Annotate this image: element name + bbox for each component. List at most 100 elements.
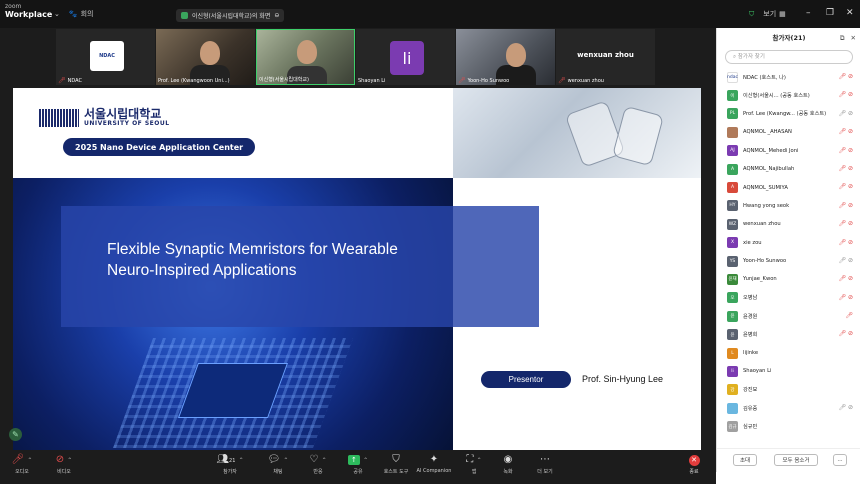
participant-row[interactable]: 오 오병남 🎤︎ ⊘ xyxy=(717,289,860,307)
chat-button[interactable]: 💬︎ ⌃ 채팅 xyxy=(258,453,298,475)
share-options-icon: ⊖ xyxy=(274,12,280,19)
participant-row[interactable]: YS Yoon-Ho Sunwoo 🎤︎ ⊘ xyxy=(717,252,860,270)
video-thumbnail-strip: NDAC 🎤︎ NDAC Prof. Lee (Kwangwoon Uni...)… xyxy=(56,28,735,86)
ai-companion-button[interactable]: ✦ AI Companion xyxy=(414,453,454,474)
thumbnail-shaoyan-li[interactable]: li Shaoyan Li xyxy=(356,29,455,85)
more-icon: ⋯ xyxy=(540,454,550,465)
reactions-label: 반응 xyxy=(313,469,323,475)
meeting-menu[interactable]: ⌄ 🐾 회의 xyxy=(54,9,93,19)
host-tools-button[interactable]: ⛉ 호스트 도구 xyxy=(376,453,416,475)
participant-name: 강진묘 xyxy=(743,387,758,394)
thumbnail-prof-lee[interactable]: Prof. Lee (Kwangwoon Uni...) xyxy=(156,29,255,85)
annotate-pen-icon[interactable]: ✎ xyxy=(9,428,22,441)
participants-label: 참가자 xyxy=(223,469,237,475)
title-line-1: Flexible Synaptic Memristors for Wearabl… xyxy=(107,241,398,258)
panel-more-button[interactable]: ... xyxy=(833,454,847,466)
participant-row[interactable]: HY Hwang yong seok 🎤︎ ⊘ xyxy=(717,197,860,215)
audio-label: 오디오 xyxy=(15,469,29,475)
thumbnail-active-speaker[interactable]: 이신형(서울시립대학교) xyxy=(256,29,355,85)
shield-icon: ⛉ xyxy=(392,454,400,465)
host-tools-label: 호스트 도구 xyxy=(383,469,409,475)
title-line-2: Neuro-Inspired Applications xyxy=(107,262,297,279)
participant-row[interactable]: ndac NDAC (호스트, 나) 🎤︎ ⊘ xyxy=(717,68,860,86)
screen-share-indicator[interactable]: 이신형(서울시립대학교)의 화면 ⊖ xyxy=(176,9,285,22)
avatar: A xyxy=(727,163,738,175)
video-button[interactable]: ⊘ ⌃ 비디오 xyxy=(44,453,84,475)
participant-row[interactable]: A AQNMOL_SUMIYA 🎤︎ ⊘ xyxy=(717,178,860,196)
mic-video-status-icons: 🎤︎ ⊘ xyxy=(838,330,853,338)
participant-name: Yunjae_Kwon xyxy=(743,276,777,283)
participants-panel: 참가자(21) ⧉ ✕ ⌕ 참가자 찾기 ndac NDAC (호스트, 나) 🎤︎… xyxy=(716,28,860,472)
share-button[interactable]: ↑ ⌃ 공유 xyxy=(338,453,378,475)
participant-row[interactable]: 강 강진묘 xyxy=(717,381,860,399)
participant-row[interactable]: 김유중 🎤︎ ⊘ xyxy=(717,399,860,417)
participants-button[interactable]: 👥︎21 ⌃ 참가자 xyxy=(210,453,250,475)
end-button[interactable]: ✕ 종료 xyxy=(674,453,714,475)
participant-row[interactable]: PL Prof. Lee (Kwangw... (공동 호스트) 🎤︎ ⊘ xyxy=(717,105,860,123)
glove-shape xyxy=(564,100,626,168)
thumbnail-name: Prof. Lee (Kwangwoon Uni...) xyxy=(158,78,230,84)
participant-row[interactable]: Llijinke xyxy=(717,344,860,362)
audio-button[interactable]: 🎤︎ ⌃ 오디오 xyxy=(2,453,42,475)
view-menu[interactable]: ⛉ 보기 ▦ xyxy=(749,9,786,19)
search-placeholder: 참가자 찾기 xyxy=(737,54,765,60)
popout-icon[interactable]: ⧉ xyxy=(840,34,845,42)
thumbnail-wenxuan[interactable]: wenxuan zhou 🎤︎ wenxuan zhou xyxy=(556,29,655,85)
participant-name: NDAC (호스트, 나) xyxy=(743,74,786,81)
avatar: WZ xyxy=(727,218,738,230)
avatar xyxy=(727,402,738,414)
mic-video-status-icons: 🎤︎ xyxy=(845,312,853,320)
people-icon: 👥︎21 ⌃ xyxy=(216,454,244,465)
participant-row[interactable]: 김규 심규민 xyxy=(717,417,860,435)
avatar: 윤재 xyxy=(727,273,738,285)
mic-video-status-icons: 🎤︎ ⊘ xyxy=(838,91,853,99)
more-button[interactable]: ⋯ 더 보기 xyxy=(525,453,565,475)
avatar: L xyxy=(727,347,738,359)
participant-row[interactable]: AJ AQNMOL_Mehedi Joni 🎤︎ ⊘ xyxy=(717,142,860,160)
thumbnail-label: 🎤︎ NDAC xyxy=(58,77,82,84)
close-icon[interactable]: ✕ xyxy=(846,8,854,18)
participant-row[interactable]: 윤 윤병희 🎤︎ ⊘ xyxy=(717,325,860,343)
participant-row[interactable]: WZ wenxuan zhou 🎤︎ ⊘ xyxy=(717,215,860,233)
meeting-toolbar: 🎤︎ ⌃ 오디오 ⊘ ⌃ 비디오 👥︎21 ⌃ 참가자 💬︎ ⌃ 채팅 ♡ ⌃ … xyxy=(0,450,716,484)
shared-screen: 서울시립대학교 UNIVERSITY OF SEOUL 2025 Nano De… xyxy=(13,88,701,450)
invite-button[interactable]: 초대 xyxy=(733,454,757,466)
mic-off-icon: 🎤︎ xyxy=(458,77,466,84)
participant-name: 윤병희 xyxy=(743,332,758,339)
video-off-icon: ⊘ ⌃ xyxy=(55,454,73,465)
participant-search-input[interactable]: ⌕ 참가자 찾기 xyxy=(725,50,853,64)
mic-video-status-icons: 🎤︎ ⊘ xyxy=(838,201,853,209)
thumbnail-yoon-ho[interactable]: 🎤︎ Yoon-Ho Sunwoo xyxy=(456,29,555,85)
minimize-icon[interactable]: – xyxy=(806,8,811,18)
avatar: HY xyxy=(727,200,738,212)
avatar: A xyxy=(727,182,738,194)
chevron-down-icon: ⌄ xyxy=(54,10,60,18)
thumbnail-ndac[interactable]: NDAC 🎤︎ NDAC xyxy=(56,29,155,85)
participant-name: Shaoyan Li xyxy=(743,368,772,375)
glove-shape xyxy=(611,105,665,167)
participant-name: lijinke xyxy=(743,350,759,357)
participant-name: AQNMOL _AHASAN xyxy=(743,129,792,136)
close-panel-icon[interactable]: ✕ xyxy=(851,34,856,42)
restore-icon[interactable]: ❐ xyxy=(826,8,834,18)
participant-row[interactable]: 윤 윤경원 🎤︎ xyxy=(717,307,860,325)
mic-video-status-icons: 🎤︎ ⊘ xyxy=(838,164,853,172)
thumbnail-name: wenxuan zhou xyxy=(567,77,604,84)
reactions-button[interactable]: ♡ ⌃ 반응 xyxy=(298,453,338,475)
participant-row[interactable]: li Shaoyan Li xyxy=(717,362,860,380)
record-button[interactable]: ◉ 녹화 xyxy=(488,453,528,475)
participant-name: Prof. Lee (Kwangw... (공동 호스트) xyxy=(743,111,827,118)
participant-row[interactable]: AQNMOL _AHASAN 🎤︎ ⊘ xyxy=(717,123,860,141)
participants-count: 21 xyxy=(229,458,236,464)
presenter-label: Presentor xyxy=(481,371,571,388)
mic-off-icon: 🎤︎ ⌃ xyxy=(11,454,33,465)
avatar: YS xyxy=(727,255,738,267)
participant-display-name: wenxuan zhou xyxy=(577,51,634,59)
participant-row[interactable]: 윤재 Yunjae_Kwon 🎤︎ ⊘ xyxy=(717,270,860,288)
mute-all-button[interactable]: 모두 음소거 xyxy=(774,454,818,466)
participant-row[interactable]: A AQNMOL_Najibullah 🎤︎ ⊘ xyxy=(717,160,860,178)
person-head xyxy=(200,41,220,65)
participant-name: 오병남 xyxy=(743,295,758,302)
participant-row[interactable]: Xxie zou 🎤︎ ⊘ xyxy=(717,234,860,252)
participant-row[interactable]: 이 이신형(서울시... (공동 호스트) 🎤︎ ⊘ xyxy=(717,86,860,104)
